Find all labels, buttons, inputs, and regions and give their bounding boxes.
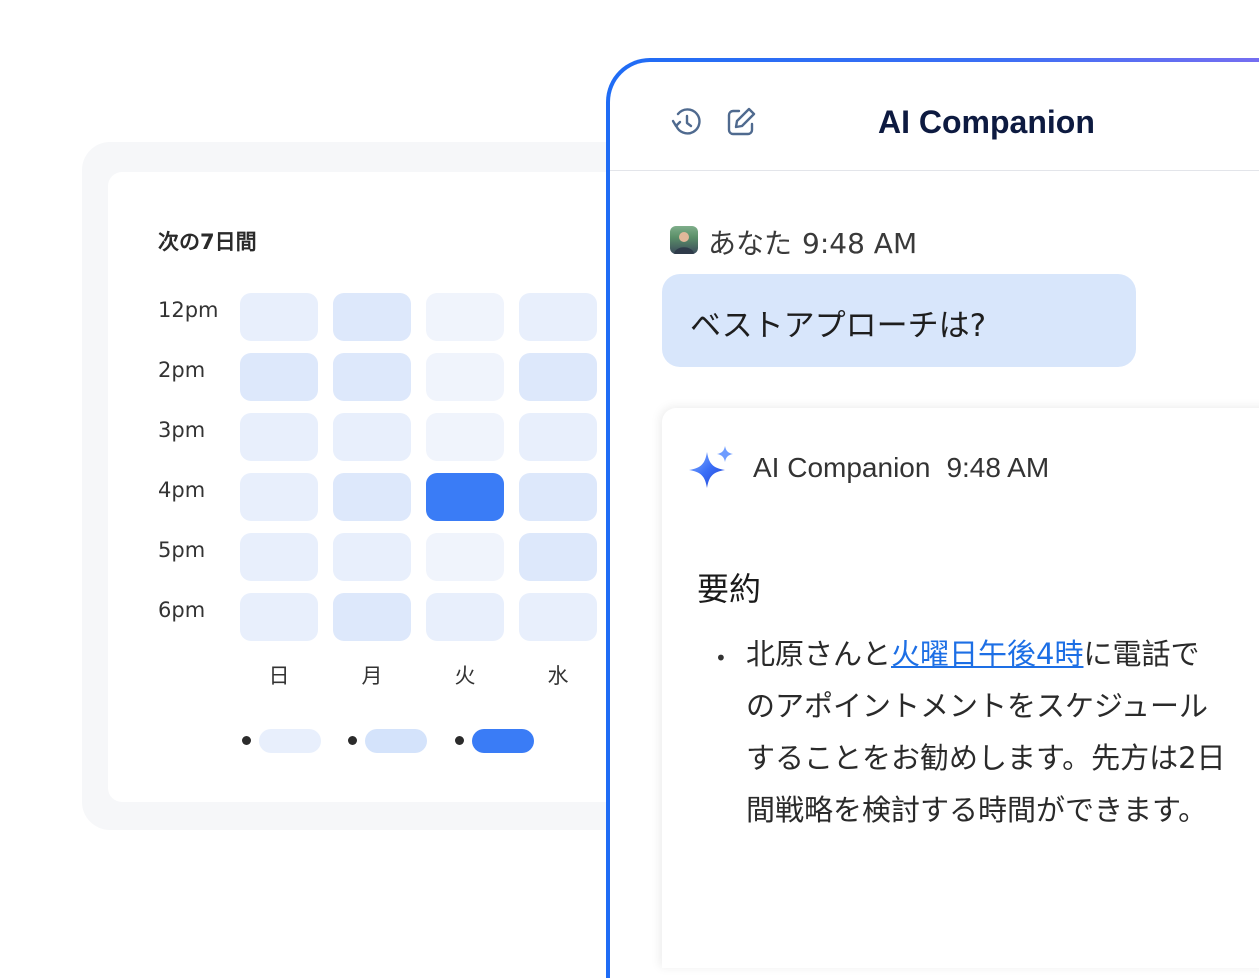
availability-cell[interactable] <box>333 293 411 341</box>
user-message-meta: あなた 9:48 AM <box>708 222 917 262</box>
calendar-title: 次の7日間 <box>158 230 257 254</box>
availability-cell[interactable] <box>426 593 504 641</box>
summary-heading: 要約 <box>697 570 762 608</box>
appointment-time-link[interactable]: 火曜日午後4時 <box>891 637 1083 671</box>
user-message-bubble: ベストアプローチは? <box>662 274 1136 367</box>
availability-cell[interactable] <box>333 413 411 461</box>
availability-cell[interactable] <box>426 353 504 401</box>
availability-cell[interactable] <box>240 593 318 641</box>
availability-cell[interactable] <box>240 473 318 521</box>
day-label: 火 <box>454 664 476 688</box>
availability-cell[interactable] <box>519 533 597 581</box>
user-message-time: 9:48 AM <box>802 227 918 260</box>
availability-cell[interactable] <box>519 593 597 641</box>
time-label: 5pm <box>158 538 206 562</box>
legend-swatch <box>259 729 321 753</box>
user-name: あなた <box>708 227 793 260</box>
legend-swatch <box>365 729 427 753</box>
availability-cell[interactable] <box>426 533 504 581</box>
availability-cell[interactable] <box>333 593 411 641</box>
availability-cell[interactable] <box>519 293 597 341</box>
panel-title: AI Companion <box>878 104 1095 140</box>
day-label: 月 <box>361 664 383 688</box>
header-divider <box>610 170 1259 171</box>
time-label: 3pm <box>158 418 206 442</box>
availability-cell[interactable] <box>333 353 411 401</box>
time-label: 4pm <box>158 478 206 502</box>
availability-cell[interactable] <box>240 413 318 461</box>
legend-swatch <box>472 729 534 753</box>
sparkle-icon <box>683 444 737 498</box>
time-label: 6pm <box>158 598 206 622</box>
availability-cell[interactable] <box>426 413 504 461</box>
time-label: 12pm <box>158 298 219 322</box>
availability-cell[interactable] <box>333 473 411 521</box>
availability-cell[interactable] <box>426 473 504 521</box>
day-label: 日 <box>268 664 290 688</box>
day-label: 水 <box>547 664 569 688</box>
availability-cell[interactable] <box>426 293 504 341</box>
legend-dot <box>348 736 357 745</box>
history-icon[interactable] <box>669 104 705 140</box>
user-avatar <box>670 226 698 254</box>
availability-cell[interactable] <box>333 533 411 581</box>
bullet-marker: • <box>715 646 727 670</box>
legend-dot <box>242 736 251 745</box>
availability-cell[interactable] <box>519 353 597 401</box>
ai-message-meta: AI Companion 9:48 AM <box>753 452 1049 484</box>
ai-message-time: 9:48 AM <box>946 452 1050 483</box>
summary-bullet-text: 北原さんと火曜日午後4時に電話でのアポイントメントをスケジュールすることをお勧め… <box>746 628 1226 836</box>
availability-cell[interactable] <box>240 293 318 341</box>
availability-cell[interactable] <box>519 473 597 521</box>
availability-cell[interactable] <box>240 533 318 581</box>
availability-cell[interactable] <box>519 413 597 461</box>
time-label: 2pm <box>158 358 206 382</box>
legend-dot <box>455 736 464 745</box>
availability-cell[interactable] <box>240 353 318 401</box>
summary-text-before: 北原さんと <box>746 637 892 671</box>
ai-sender-name: AI Companion <box>753 452 931 483</box>
compose-icon[interactable] <box>723 104 759 140</box>
